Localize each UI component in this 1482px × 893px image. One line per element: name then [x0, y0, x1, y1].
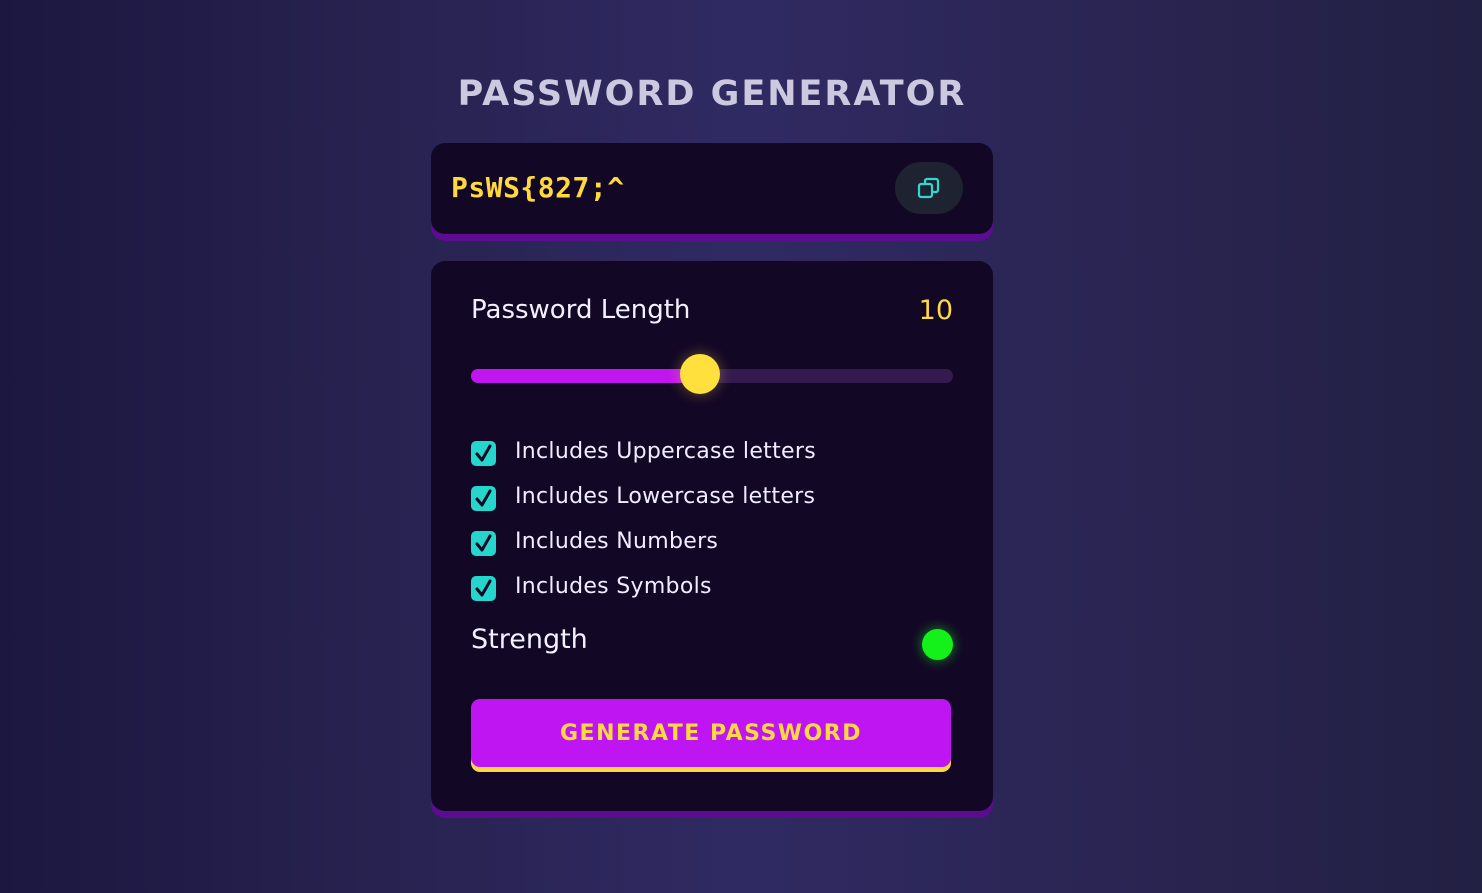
strength-indicator — [922, 629, 953, 660]
slider-fill — [471, 369, 700, 383]
copy-button[interactable] — [895, 162, 963, 214]
copy-icon — [917, 176, 941, 200]
password-display: PsWS{827;^ — [431, 143, 993, 234]
slider-thumb[interactable] — [680, 354, 720, 394]
lowercase-checkbox[interactable] — [471, 486, 496, 511]
strength-label: Strength — [471, 624, 588, 655]
option-label: Includes Uppercase letters — [515, 439, 816, 464]
settings-panel: Password Length 10 Includes Uppercase le… — [431, 261, 993, 811]
password-text: PsWS{827;^ — [451, 171, 625, 204]
options-list: Includes Uppercase letters Includes Lowe… — [471, 429, 953, 609]
checkmark-icon — [475, 534, 491, 551]
checkmark-icon — [475, 444, 491, 461]
generate-password-button[interactable]: GENERATE PASSWORD — [471, 699, 951, 767]
option-label: Includes Symbols — [515, 574, 712, 599]
checkmark-icon — [475, 579, 491, 596]
option-lowercase[interactable]: Includes Lowercase letters — [471, 474, 953, 519]
option-label: Includes Lowercase letters — [515, 484, 816, 509]
option-symbols[interactable]: Includes Symbols — [471, 564, 953, 609]
page-title: PASSWORD GENERATOR — [457, 74, 967, 114]
option-uppercase[interactable]: Includes Uppercase letters — [471, 429, 953, 474]
password-length-slider[interactable] — [471, 354, 953, 394]
option-numbers[interactable]: Includes Numbers — [471, 519, 953, 564]
option-label: Includes Numbers — [515, 529, 719, 554]
uppercase-checkbox[interactable] — [471, 441, 496, 466]
generate-button-label: GENERATE PASSWORD — [560, 720, 862, 746]
numbers-checkbox[interactable] — [471, 531, 496, 556]
checkmark-icon — [475, 489, 491, 506]
password-length-label: Password Length — [471, 295, 691, 325]
symbols-checkbox[interactable] — [471, 576, 496, 601]
password-length-value: 10 — [918, 295, 953, 326]
